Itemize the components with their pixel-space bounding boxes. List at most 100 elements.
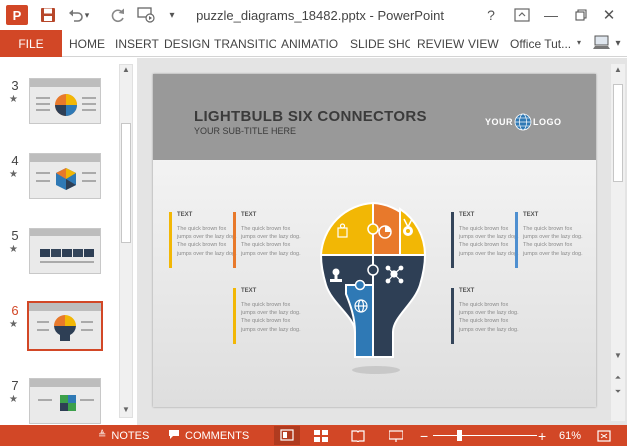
slide-sorter-view-button[interactable] bbox=[314, 425, 328, 446]
slide-editor: LIGHTBULB SIX CONNECTORS YOUR SUB-TITLE … bbox=[137, 58, 627, 425]
connector-heading: TEXT bbox=[459, 212, 475, 218]
scroll-down-icon[interactable]: ▼ bbox=[120, 405, 132, 417]
notes-button[interactable]: ≜ NOTES bbox=[98, 425, 149, 446]
logo-text-right: LOGO bbox=[533, 117, 562, 127]
thumbnail-scrollbar[interactable]: ▲ ▼ bbox=[119, 64, 133, 418]
notes-label: NOTES bbox=[111, 429, 150, 442]
tab-design[interactable]: DESIGN bbox=[164, 30, 210, 57]
slide-number: 4 bbox=[11, 153, 19, 168]
slide-number: 7 bbox=[11, 378, 19, 393]
slide-number: 6 bbox=[11, 303, 19, 318]
scroll-up-icon[interactable]: ▲ bbox=[611, 64, 625, 76]
connector-color-bar bbox=[451, 288, 454, 344]
animation-star-icon: ★ bbox=[9, 169, 18, 180]
connector-color-bar bbox=[515, 212, 518, 268]
powerpoint-app-icon[interactable]: P bbox=[6, 5, 28, 25]
scroll-up-icon[interactable]: ▲ bbox=[120, 65, 132, 77]
ribbon-tab-bar: FILE HOME INSERT DESIGN TRANSITIO ANIMAT… bbox=[0, 30, 627, 57]
title-bar: P ▾ ▾ puzzle_diagrams_18482.pptx - Power… bbox=[0, 0, 627, 30]
tab-animations[interactable]: ANIMATIO bbox=[281, 30, 344, 57]
zoom-slider[interactable] bbox=[433, 435, 537, 436]
tab-insert[interactable]: INSERT bbox=[115, 30, 159, 57]
scrollbar-thumb[interactable] bbox=[613, 84, 623, 182]
animation-star-icon: ★ bbox=[9, 244, 18, 255]
tab-view[interactable]: VIEW bbox=[468, 30, 499, 57]
slide-preview bbox=[29, 78, 101, 124]
connector-color-bar bbox=[169, 212, 172, 268]
scrollbar-thumb[interactable] bbox=[121, 123, 131, 243]
help-button[interactable]: ? bbox=[481, 5, 501, 25]
connector-color-bar bbox=[233, 212, 236, 268]
reading-view-button[interactable] bbox=[351, 425, 365, 446]
collapse-ribbon-icon[interactable]: ▾ bbox=[612, 38, 624, 49]
window-title: puzzle_diagrams_18482.pptx - PowerPoint bbox=[196, 8, 444, 23]
zoom-level[interactable]: 61% bbox=[559, 425, 581, 446]
comments-label: COMMENTS bbox=[185, 429, 250, 442]
comments-button[interactable]: COMMENTS bbox=[168, 425, 249, 446]
tab-home[interactable]: HOME bbox=[69, 30, 105, 57]
normal-view-button[interactable] bbox=[274, 426, 300, 445]
connector-color-bar bbox=[233, 288, 236, 344]
logo: YOUR LOGO bbox=[485, 112, 562, 132]
slide-preview bbox=[29, 228, 101, 274]
connector-body: The quick brown fox jumps over the lazy … bbox=[177, 226, 237, 257]
tab-slide-show[interactable]: SLIDE SHO bbox=[350, 30, 410, 57]
animation-star-icon: ★ bbox=[9, 394, 18, 405]
connector-heading: TEXT bbox=[241, 288, 257, 294]
connector-body: The quick brown fox jumps over the lazy … bbox=[523, 226, 583, 257]
connector-body: The quick brown fox jumps over the lazy … bbox=[241, 226, 301, 257]
slide-preview bbox=[27, 301, 103, 351]
logo-text-left: YOUR bbox=[485, 117, 514, 127]
connector-heading: TEXT bbox=[241, 212, 257, 218]
slide-thumbnail-6[interactable]: 6 ★ bbox=[0, 301, 118, 373]
slide-show-view-button[interactable] bbox=[389, 425, 403, 446]
minimize-button[interactable]: — bbox=[541, 5, 561, 25]
slide-thumbnail-3[interactable]: 3 ★ bbox=[0, 78, 118, 148]
status-bar: ≜ NOTES COMMENTS − + 61% bbox=[0, 425, 627, 446]
account-name[interactable]: Office Tut... bbox=[510, 30, 571, 57]
redo-icon[interactable] bbox=[108, 5, 128, 25]
scroll-down-icon[interactable]: ▼ bbox=[611, 350, 625, 362]
slide-thumbnail-5[interactable]: 5 ★ bbox=[0, 228, 118, 298]
chevron-down-icon[interactable]: ▾ bbox=[577, 38, 581, 47]
connector-color-bar bbox=[451, 212, 454, 268]
customize-qat-icon[interactable]: ▾ bbox=[162, 5, 182, 25]
slide-thumbnail-4[interactable]: 4 ★ bbox=[0, 153, 118, 223]
next-slide-icon[interactable]: ⏷ bbox=[611, 386, 625, 398]
lightbulb-puzzle-diagram[interactable] bbox=[318, 202, 434, 382]
tab-file[interactable]: FILE bbox=[0, 30, 62, 57]
tab-transitions[interactable]: TRANSITIO bbox=[214, 30, 276, 57]
restore-button[interactable] bbox=[571, 5, 591, 25]
connector-heading: TEXT bbox=[523, 212, 539, 218]
zoom-slider-thumb[interactable] bbox=[457, 430, 462, 441]
connector-body: The quick brown fox jumps over the lazy … bbox=[459, 302, 519, 333]
current-slide[interactable]: LIGHTBULB SIX CONNECTORS YOUR SUB-TITLE … bbox=[153, 74, 596, 407]
slide-subtitle[interactable]: YOUR SUB-TITLE HERE bbox=[194, 126, 296, 136]
slide-preview bbox=[29, 153, 101, 199]
slide-title[interactable]: LIGHTBULB SIX CONNECTORS bbox=[194, 108, 427, 125]
present-from-start-icon[interactable] bbox=[136, 5, 156, 25]
slide-number: 3 bbox=[11, 78, 19, 93]
editor-scrollbar[interactable]: ▲ ▼ ⏶ ⏷ bbox=[611, 64, 625, 421]
bulb-piece-blue bbox=[345, 284, 374, 358]
undo-dropdown-icon[interactable]: ▾ bbox=[82, 5, 92, 25]
slide-preview bbox=[29, 378, 101, 424]
connector-body: The quick brown fox jumps over the lazy … bbox=[459, 226, 519, 257]
slide-thumbnails-pane: 3 ★ 4 ★ 5 ★ 6 ★ 7 ★ ▲ ▼ bbox=[0, 58, 137, 425]
account-avatar-icon[interactable] bbox=[592, 33, 612, 53]
connector-heading: TEXT bbox=[459, 288, 475, 294]
ribbon-display-options-icon[interactable] bbox=[512, 5, 532, 25]
connector-heading: TEXT bbox=[177, 212, 193, 218]
fit-slide-button[interactable] bbox=[597, 425, 611, 446]
notes-icon: ≜ bbox=[98, 430, 107, 441]
save-icon[interactable] bbox=[38, 5, 58, 25]
close-button[interactable]: ✕ bbox=[599, 5, 619, 25]
animation-star-icon: ★ bbox=[9, 319, 18, 330]
zoom-in-button[interactable]: + bbox=[538, 425, 546, 446]
connector-body: The quick brown fox jumps over the lazy … bbox=[241, 302, 301, 333]
zoom-out-button[interactable]: − bbox=[420, 425, 428, 446]
animation-star-icon: ★ bbox=[9, 94, 18, 105]
previous-slide-icon[interactable]: ⏶ bbox=[611, 372, 625, 384]
slide-number: 5 bbox=[11, 228, 19, 243]
tab-review[interactable]: REVIEW bbox=[417, 30, 464, 57]
